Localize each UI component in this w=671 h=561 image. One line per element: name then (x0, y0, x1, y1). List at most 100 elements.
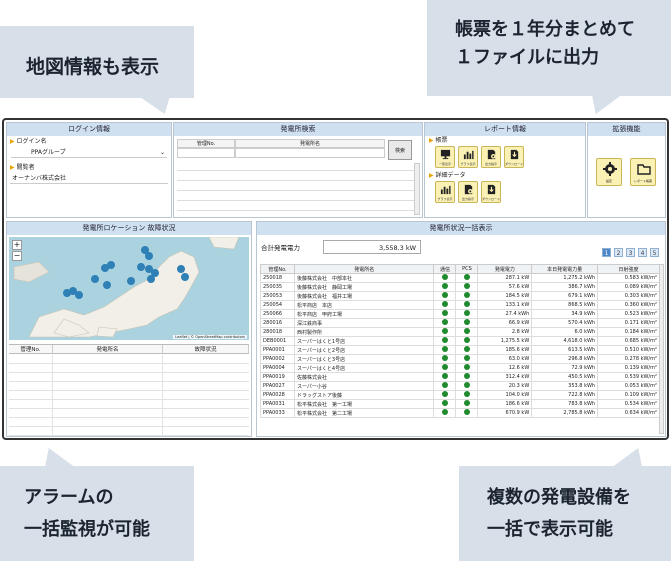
cell-pcs (455, 408, 479, 418)
panel-title: 拡張機能 (588, 123, 665, 136)
list-item[interactable] (177, 191, 419, 201)
cell-power: 184.5 kW (477, 291, 533, 301)
icon-caption: ダウンロード (482, 197, 501, 201)
document-gear-icon (487, 149, 496, 160)
table-row[interactable]: PPA0028 ドラッグストア後藤 104.0 kW 722.8 kWh 0.109 k… (260, 390, 660, 400)
cell-id: 280018 (260, 327, 295, 337)
table-row[interactable]: 250054 松平商店 本店 133.1 kW 868.5 kWh 0.360 kW/m… (260, 300, 660, 310)
list-item[interactable] (177, 161, 419, 171)
folder-button[interactable]: レポート帳票 (630, 158, 656, 186)
cell-irradiance: 0.109 kW/m² (597, 390, 660, 400)
page-button[interactable]: 1 (602, 248, 611, 257)
download-icon-button[interactable]: ダウンロード (481, 181, 501, 203)
table-row[interactable]: 250035 後藤株式会社 静岡工場 57.6 kW 386.7 kWh 0.089 k… (260, 282, 660, 292)
cell-pcs (455, 345, 479, 355)
cell-name: 松平商店 本店 (293, 300, 435, 310)
cell-pcs (455, 336, 479, 346)
expand-panel: 拡張機能 設定 レポート帳票 (587, 122, 666, 218)
document-settings-icon-button[interactable]: 出力指示 (458, 181, 478, 203)
bar-chart-icon-button[interactable]: グラフ表示 (435, 181, 455, 203)
cell-id: PPA0027 (260, 381, 295, 391)
map-attribution[interactable]: Leaflet | © OpenStreetMap contributors (173, 335, 247, 339)
cell-pcs (455, 309, 479, 319)
cell-name: スーパー小谷 (293, 381, 435, 391)
download-icon-button[interactable]: ダウンロード (504, 146, 524, 168)
cell-power: 57.6 kW (477, 282, 533, 292)
table-row[interactable] (9, 364, 249, 373)
table-row[interactable] (9, 409, 249, 418)
page-button[interactable]: 2 (614, 248, 623, 257)
document-settings-icon-button[interactable]: 出力指示 (481, 146, 501, 168)
table-row[interactable]: 250053 後藤株式会社 福井工場 184.5 kW 679.1 kWh 0.303 … (260, 291, 660, 301)
table-row[interactable]: PPA0019 佐藤株式会社 312.4 kW 450.5 kWh 0.539 kW/m… (260, 372, 660, 382)
cell-pcs (455, 291, 479, 301)
table-row[interactable]: 280018 西村製作所 2.8 kW 6.0 kWh 0.184 kW/m² (260, 327, 660, 337)
bar-chart-icon-button[interactable]: グラフ表示 (458, 146, 478, 168)
callout-map-info: 地図情報も表示 (0, 26, 194, 114)
table-row[interactable] (9, 373, 249, 382)
cell-comm (433, 273, 457, 283)
alarm-col-status: 故障状況 (163, 345, 249, 353)
cell-energy: 6.0 kWh (531, 327, 599, 337)
list-item[interactable] (177, 201, 419, 211)
table-row[interactable]: 280016 深江鉄商事 66.9 kW 570.4 kWh 0.171 kW/m² (260, 318, 660, 328)
viewer-value: オーナンバ株式会社 (10, 173, 168, 184)
table-row[interactable]: PPA0004 スーパーはくと4号店 12.6 kW 72.9 kWh 0.139 kW… (260, 363, 660, 373)
document-gear-icon (464, 184, 473, 195)
login-select[interactable]: PPAグループ ⌄ (11, 147, 167, 158)
scrollbar[interactable] (414, 163, 420, 215)
cell-comm (433, 345, 457, 355)
list-item[interactable] (177, 171, 419, 181)
cell-power: 670.9 kW (477, 408, 533, 418)
table-row[interactable]: DEB0001 スーパーはくと1号店 1,275.5 kW 4,618.0 kWh 0.… (260, 336, 660, 346)
table-row[interactable]: PPA0002 スーパーはくと3号店 63.0 kW 296.8 kWh 0.278 k… (260, 354, 660, 364)
table-row[interactable] (9, 355, 249, 364)
list-item[interactable] (177, 181, 419, 191)
name-input[interactable] (235, 148, 385, 158)
table-row[interactable] (9, 400, 249, 409)
cell-power: 27.4 kWh (477, 309, 533, 319)
status-ok-icon (463, 274, 470, 280)
settings-button[interactable]: 設定 (596, 158, 622, 186)
cell-power: 287.1 kW (477, 273, 533, 283)
cell-pcs (455, 390, 479, 400)
cell-id: PPA0019 (260, 372, 295, 382)
table-row[interactable]: PPA0031 松平株式会社 第一工場 186.6 kW 783.8 kWh 0.534… (260, 399, 660, 409)
status-ok-icon (463, 292, 470, 298)
table-row[interactable]: PPA0027 スーパー小谷 20.3 kW 353.8 kWh 0.053 kW/m² (260, 381, 660, 391)
cell-power: 12.6 kW (477, 363, 533, 373)
alarm-table-body (9, 355, 249, 436)
table-row[interactable] (9, 418, 249, 427)
page-button[interactable]: 4 (638, 248, 647, 257)
cell-irradiance: 0.685 kW/m² (597, 336, 660, 346)
cell-irradiance: 0.510 kW/m² (597, 345, 660, 355)
search-button[interactable]: 検索 (388, 140, 412, 160)
page-button[interactable]: 3 (626, 248, 635, 257)
icon-caption: レポート帳票 (633, 179, 652, 183)
callout-tail (581, 96, 621, 114)
id-input[interactable] (177, 148, 235, 158)
table-row[interactable]: 250018 後藤株式会社 中部本社 287.1 kW 1,275.2 kWh 0.58… (260, 273, 660, 283)
cell-pcs (455, 354, 479, 364)
callout-text-2: 一括監視が可能 (24, 519, 150, 540)
map-view[interactable]: + − Leaflet | © OpenStreetMap contributo… (9, 237, 249, 340)
callout-text-1: アラームの (24, 487, 114, 508)
cell-pcs (455, 372, 479, 382)
table-row[interactable] (9, 382, 249, 391)
search-inputs (177, 148, 419, 158)
scrollbar[interactable] (659, 264, 664, 434)
table-row[interactable] (9, 427, 249, 436)
panel-title: 発電所ロケーション 故障状況 (7, 222, 251, 235)
icon-caption: 出力指示 (461, 197, 474, 201)
cell-comm (433, 390, 457, 400)
cell-energy: 783.8 kWh (531, 399, 599, 409)
page-button[interactable]: 5 (650, 248, 659, 257)
cell-energy: 2,785.8 kWh (531, 408, 599, 418)
monitor-icon-button[interactable]: 一覧表示 (435, 146, 455, 168)
cell-name: 後藤株式会社 中部本社 (293, 273, 435, 283)
table-row[interactable]: 250066 松平商店 甲府工場 27.4 kWh 34.9 kWh 0.523 kW/… (260, 309, 660, 319)
table-row[interactable]: PPA0033 松平株式会社 第二工場 670.9 kW 2,785.8 kWh 0.6… (260, 408, 660, 418)
table-row[interactable]: PPA0001 スーパーはくと2号店 185.6 kW 613.5 kWh 0.510 … (260, 345, 660, 355)
table-row[interactable] (9, 391, 249, 400)
cell-id: DEB0001 (260, 336, 295, 346)
